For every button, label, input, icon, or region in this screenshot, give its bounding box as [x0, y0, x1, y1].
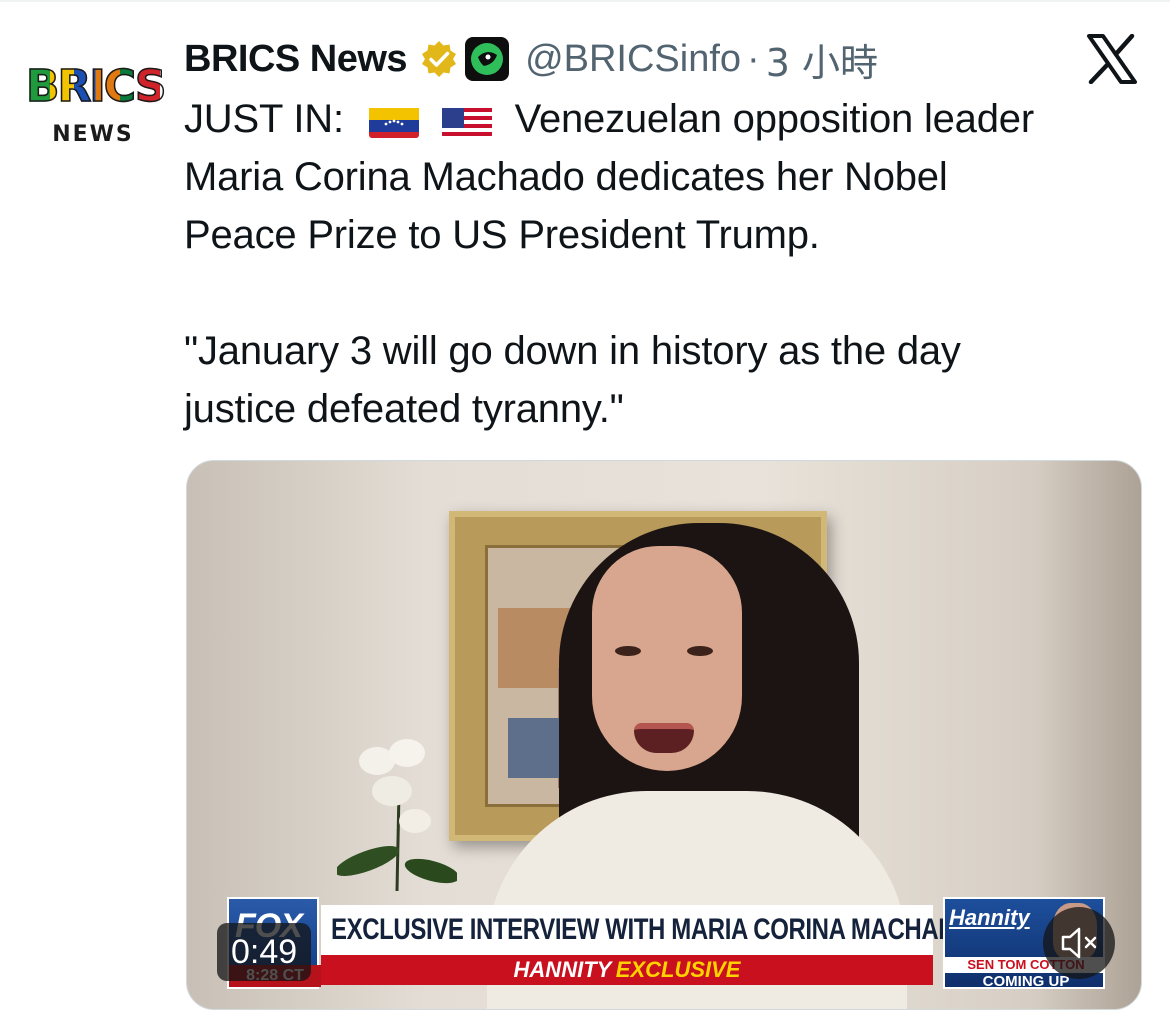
- broadcast-lower-third: FOX 8:28 CT EXCLUSIVE INTERVIEW WITH MAR…: [227, 897, 1105, 989]
- broadcast-subheadline-bar: HANNITY EXCLUSIVE: [321, 955, 933, 985]
- hannity-show-logo: Hannity: [949, 905, 1030, 930]
- tweet-line-1: JUST IN: Venezuelan opposition leader: [184, 90, 1144, 148]
- author-display-name[interactable]: BRICS News: [184, 38, 408, 81]
- speaker-muted-icon: [1061, 927, 1097, 959]
- tweet-line-2: Maria Corina Machado dedicates her Nobel: [184, 155, 948, 199]
- just-in-label: JUST IN:: [184, 97, 344, 141]
- tweet-quote-line-2: justice defeated tyranny.": [184, 387, 624, 431]
- interviewee-mouth: [634, 723, 694, 753]
- tweet-line-3: Peace Prize to US President Trump.: [184, 213, 820, 257]
- interviewee-eye-left: [615, 646, 641, 656]
- tweet-quote-line-1: "January 3 will go down in history as th…: [184, 329, 961, 373]
- top-divider: [0, 0, 1170, 2]
- orchid-plant: [334, 731, 460, 892]
- header-separator: ·: [747, 37, 760, 80]
- video-player[interactable]: FOX 8:28 CT EXCLUSIVE INTERVIEW WITH MAR…: [186, 460, 1142, 1010]
- brics-logo-subtext: NEWS: [52, 122, 134, 147]
- video-duration-badge: 0:49: [217, 923, 312, 981]
- broadcast-show-name: HANNITY: [513, 957, 612, 982]
- broadcast-headline-bar: EXCLUSIVE INTERVIEW WITH MARIA CORINA MA…: [321, 905, 974, 955]
- broadcast-headline: EXCLUSIVE INTERVIEW WITH MARIA CORINA MA…: [331, 913, 974, 946]
- interviewee-eye-right: [687, 646, 713, 656]
- brics-logo-wordmark: BRICS: [25, 61, 167, 113]
- venezuela-flag-icon: [368, 102, 419, 138]
- author-avatar[interactable]: BRICS NEWS: [25, 61, 167, 152]
- tweet-text: JUST IN: Venezuelan opposition leader Ma…: [184, 90, 1144, 438]
- broadcast-exclusive-tag: EXCLUSIVE: [615, 957, 741, 982]
- x-logo-icon[interactable]: [1086, 33, 1138, 85]
- affiliate-badge-icon[interactable]: [465, 37, 510, 81]
- tweet-header: BRICS News @BRICSinfo · 3 小時: [184, 32, 878, 87]
- verified-badge-icon[interactable]: [419, 39, 459, 79]
- tweet-timestamp[interactable]: 3 小時: [766, 32, 878, 87]
- tweet-line-1-text: Venezuelan opposition leader: [514, 97, 1034, 141]
- mute-toggle-button[interactable]: [1043, 907, 1115, 979]
- usa-flag-icon: [441, 102, 492, 138]
- author-handle[interactable]: @BRICSinfo: [525, 38, 741, 81]
